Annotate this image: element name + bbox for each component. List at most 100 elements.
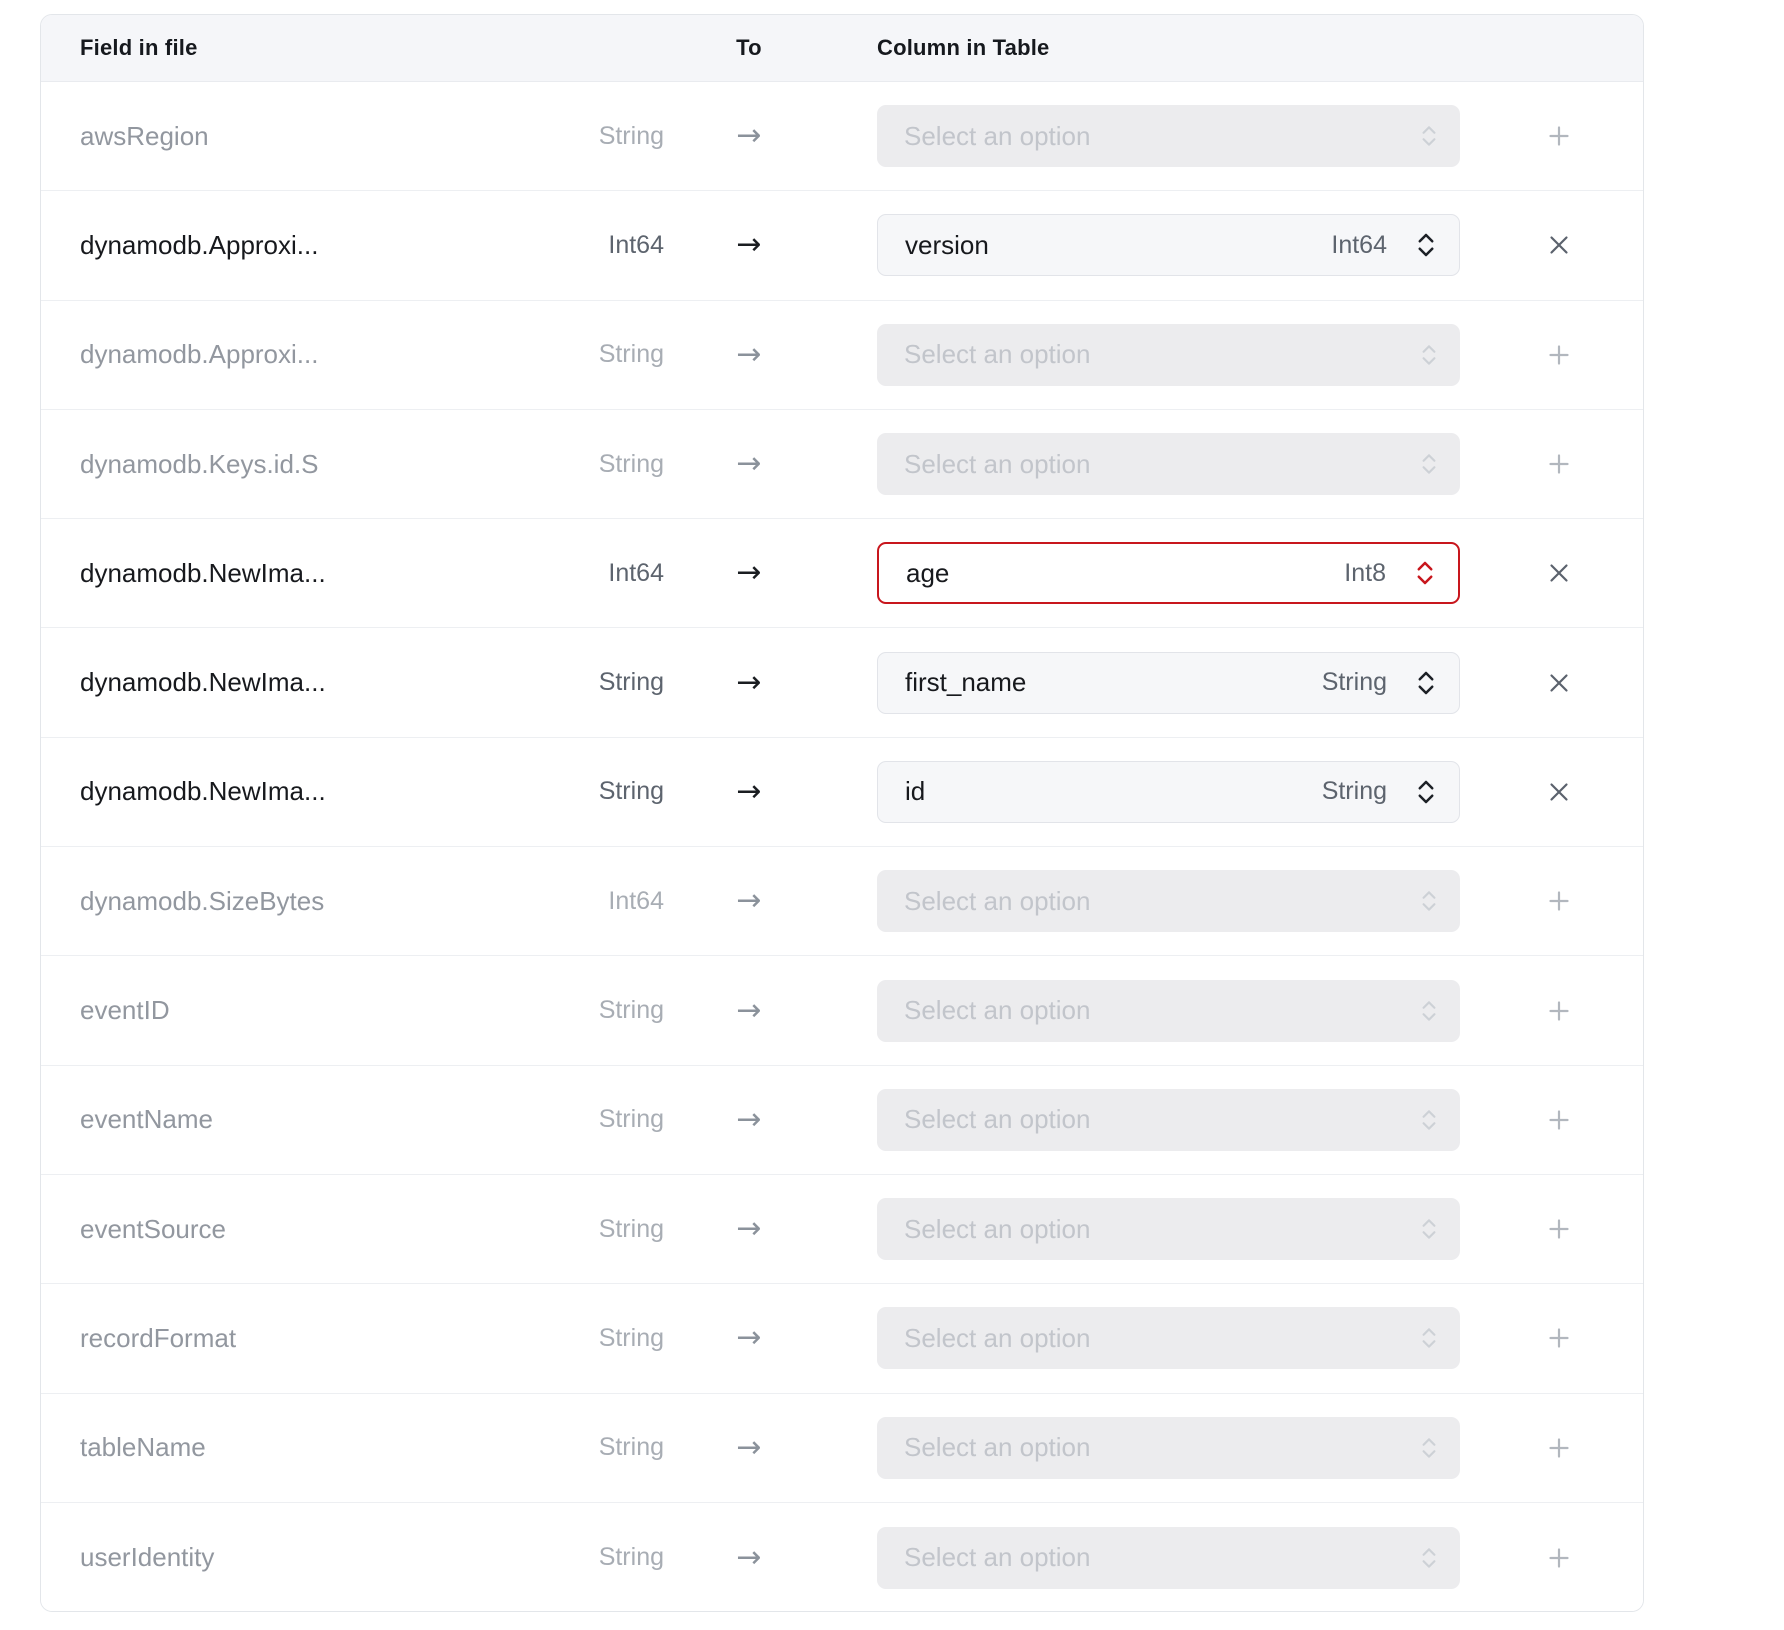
- chevrons-up-down-icon: [1416, 888, 1442, 914]
- column-select-value: Select an option: [904, 886, 1416, 917]
- field-type: Int64: [520, 887, 664, 916]
- add-mapping-button[interactable]: [1535, 1534, 1583, 1582]
- arrow-right-icon: →: [664, 886, 834, 916]
- add-mapping-button[interactable]: [1535, 331, 1583, 379]
- chevrons-up-down-icon: [1416, 1545, 1442, 1571]
- field-type: String: [520, 450, 664, 479]
- field-type: String: [520, 1433, 664, 1462]
- x-icon: [1548, 234, 1570, 256]
- column-select: Select an option: [877, 870, 1460, 932]
- column-select: Select an option: [877, 1417, 1460, 1479]
- column-select-value: version: [905, 230, 1331, 261]
- field-name: recordFormat: [80, 1323, 520, 1354]
- field-name: eventID: [80, 995, 520, 1026]
- mapping-row: dynamodb.Approxi... Int64 → version Int6…: [41, 191, 1643, 300]
- field-name: dynamodb.NewIma...: [80, 558, 520, 589]
- arrow-right-icon: →: [664, 1543, 834, 1573]
- column-select-value: Select an option: [904, 449, 1416, 480]
- field-type: String: [520, 1215, 664, 1244]
- x-icon: [1548, 672, 1570, 694]
- remove-mapping-button[interactable]: [1535, 549, 1583, 597]
- arrow-right-icon: →: [664, 340, 834, 370]
- field-mapping-table: Field in file To Column in Table awsRegi…: [40, 14, 1644, 1612]
- mapping-row: dynamodb.Approxi... String → Select an o…: [41, 301, 1643, 410]
- mapping-row: awsRegion String → Select an option: [41, 82, 1643, 191]
- remove-mapping-button[interactable]: [1535, 768, 1583, 816]
- field-name: dynamodb.Approxi...: [80, 339, 520, 370]
- column-select-value: Select an option: [904, 1104, 1416, 1135]
- arrow-right-icon: →: [664, 1433, 834, 1463]
- column-header-field-in-file: Field in file: [80, 35, 520, 61]
- field-type: Int64: [520, 231, 664, 260]
- column-header-column-in-table: Column in Table: [877, 35, 1460, 61]
- column-select-value: first_name: [905, 667, 1322, 698]
- column-select-value: Select an option: [904, 339, 1416, 370]
- add-mapping-button[interactable]: [1535, 987, 1583, 1035]
- field-name: eventName: [80, 1104, 520, 1135]
- mapping-row: tableName String → Select an option: [41, 1394, 1643, 1503]
- column-select-value: Select an option: [904, 995, 1416, 1026]
- chevrons-up-down-icon: [1416, 1325, 1442, 1351]
- plus-icon: [1548, 1218, 1570, 1240]
- add-mapping-button[interactable]: [1535, 877, 1583, 925]
- field-name: dynamodb.SizeBytes: [80, 886, 520, 917]
- add-mapping-button[interactable]: [1535, 1424, 1583, 1472]
- add-mapping-button[interactable]: [1535, 1096, 1583, 1144]
- add-mapping-button[interactable]: [1535, 112, 1583, 160]
- chevrons-up-down-icon: [1416, 342, 1442, 368]
- table-header: Field in file To Column in Table: [41, 15, 1643, 82]
- plus-icon: [1548, 344, 1570, 366]
- chevrons-up-down-icon: [1411, 230, 1441, 260]
- column-select[interactable]: version Int64: [877, 214, 1460, 276]
- column-select[interactable]: first_name String: [877, 652, 1460, 714]
- field-type: String: [520, 1543, 664, 1572]
- field-name: tableName: [80, 1432, 520, 1463]
- mapping-row: eventSource String → Select an option: [41, 1175, 1643, 1284]
- arrow-right-icon: →: [664, 1323, 834, 1353]
- field-type: String: [520, 340, 664, 369]
- field-name: dynamodb.NewIma...: [80, 776, 520, 807]
- column-select[interactable]: id String: [877, 761, 1460, 823]
- remove-mapping-button[interactable]: [1535, 659, 1583, 707]
- field-type: String: [520, 122, 664, 151]
- arrow-right-icon: →: [664, 558, 834, 588]
- mapping-row: recordFormat String → Select an option: [41, 1284, 1643, 1393]
- field-name: userIdentity: [80, 1542, 520, 1573]
- column-select[interactable]: age Int8: [877, 542, 1460, 604]
- chevrons-up-down-icon: [1416, 998, 1442, 1024]
- column-select-value: Select an option: [904, 121, 1416, 152]
- add-mapping-button[interactable]: [1535, 1205, 1583, 1253]
- column-select-value: Select an option: [904, 1432, 1416, 1463]
- arrow-right-icon: →: [664, 449, 834, 479]
- arrow-right-icon: →: [664, 777, 834, 807]
- column-select: Select an option: [877, 105, 1460, 167]
- column-select-type: String: [1322, 777, 1387, 806]
- column-header-to: To: [664, 35, 834, 61]
- arrow-right-icon: →: [664, 1214, 834, 1244]
- plus-icon: [1548, 1000, 1570, 1022]
- chevrons-up-down-icon: [1411, 777, 1441, 807]
- plus-icon: [1548, 890, 1570, 912]
- mapping-row: eventID String → Select an option: [41, 956, 1643, 1065]
- plus-icon: [1548, 1437, 1570, 1459]
- column-select-value: age: [906, 558, 1344, 589]
- x-icon: [1548, 781, 1570, 803]
- add-mapping-button[interactable]: [1535, 440, 1583, 488]
- mapping-row: dynamodb.NewIma... String → first_name S…: [41, 628, 1643, 737]
- column-select: Select an option: [877, 1307, 1460, 1369]
- column-select: Select an option: [877, 433, 1460, 495]
- remove-mapping-button[interactable]: [1535, 221, 1583, 269]
- field-name: awsRegion: [80, 121, 520, 152]
- add-mapping-button[interactable]: [1535, 1314, 1583, 1362]
- mapping-row: dynamodb.SizeBytes Int64 → Select an opt…: [41, 847, 1643, 956]
- plus-icon: [1548, 1109, 1570, 1131]
- column-select-value: id: [905, 776, 1322, 807]
- plus-icon: [1548, 453, 1570, 475]
- plus-icon: [1548, 1327, 1570, 1349]
- column-select-value: Select an option: [904, 1323, 1416, 1354]
- mapping-row: dynamodb.NewIma... Int64 → age Int8: [41, 519, 1643, 628]
- field-type: String: [520, 996, 664, 1025]
- chevrons-up-down-icon: [1410, 558, 1440, 588]
- table-body: awsRegion String → Select an option dyna: [41, 82, 1643, 1612]
- chevrons-up-down-icon: [1411, 668, 1441, 698]
